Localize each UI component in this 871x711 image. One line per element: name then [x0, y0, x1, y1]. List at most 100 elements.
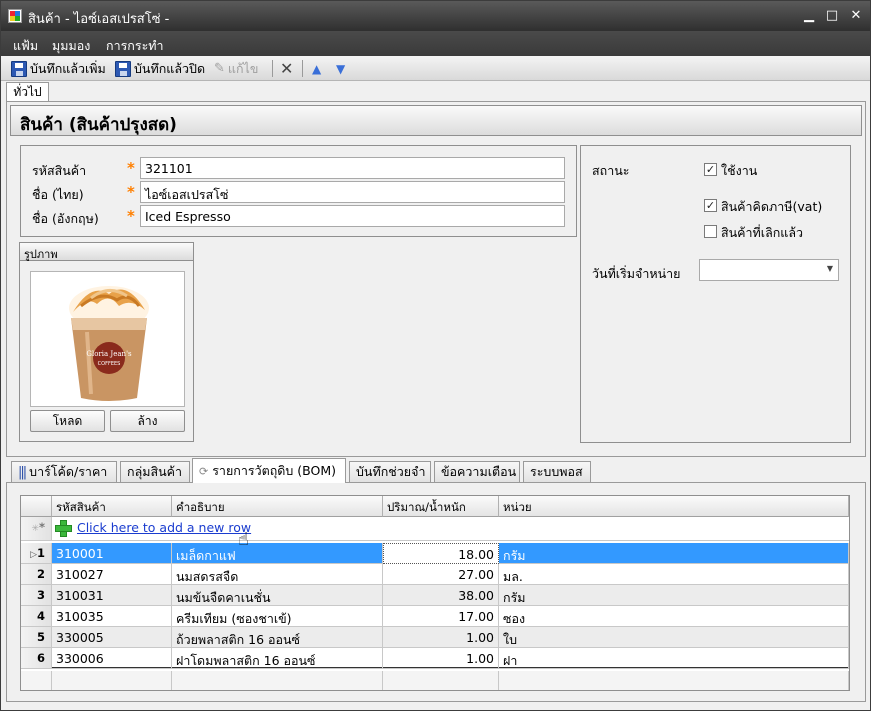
cell-quantity[interactable]: 18.00 — [383, 543, 499, 564]
maximize-button[interactable]: □ — [823, 7, 841, 25]
active-checkbox[interactable]: ✓ — [704, 163, 717, 176]
required-mark: * — [127, 183, 135, 201]
table-row[interactable]: 4 310035 ครีมเทียม (ซองชาเข้) 17.00 ซอง — [21, 606, 849, 627]
tab-general[interactable]: ทั่วไป — [6, 82, 49, 102]
cell-description[interactable]: ครีมเทียม (ซองชาเข้) — [172, 606, 383, 627]
tab-bom[interactable]: ⟳ รายการวัตถุดิบ (BOM) — [192, 458, 346, 483]
name-thai-input[interactable]: ไอซ์เอสเปรสโซ่ — [140, 181, 565, 203]
tab-alerts[interactable]: ข้อความเตือน — [434, 461, 520, 482]
cell-quantity[interactable]: 27.00 — [383, 564, 499, 585]
floppy-disk-icon — [115, 60, 131, 77]
row-index: 2 — [21, 564, 52, 585]
column-header-description[interactable]: คำอธิบาย — [172, 496, 383, 517]
discontinued-checkbox[interactable] — [704, 225, 717, 238]
footer-cell — [21, 671, 52, 690]
tab-pos-system[interactable]: ระบบพอส — [523, 461, 591, 482]
status-label: สถานะ — [592, 163, 630, 178]
iced-coffee-image: Gloria Jean's COFFEES — [69, 286, 149, 401]
cell-code[interactable]: 310035 — [52, 606, 172, 627]
move-down-button[interactable]: ▼ — [336, 59, 345, 78]
cell-code[interactable]: 310031 — [52, 585, 172, 606]
vat-checkbox[interactable]: ✓ — [704, 199, 717, 212]
cell-unit[interactable]: ใบ — [499, 627, 849, 648]
close-button[interactable]: ✕ — [847, 7, 865, 25]
edit-button[interactable]: ✎ แก้ไข — [214, 59, 258, 78]
row-index: ▷1 — [21, 543, 52, 564]
new-row[interactable]: ✳* Click here to add a new row — [21, 517, 849, 541]
refresh-icon: ⟳ — [199, 464, 209, 478]
picture-group: รูปภาพ Gloria Jean's COFFEES โหลด ล้าง — [19, 242, 194, 442]
tab-barcode-price[interactable]: ||| บาร์โค้ด/ราคา — [11, 461, 117, 482]
cell-quantity[interactable]: 17.00 — [383, 606, 499, 627]
general-panel: สินค้า (สินค้าปรุงสด) รหัสสินค้า * 32110… — [6, 101, 866, 457]
hand-cursor-icon: ☝ — [238, 529, 249, 550]
tab-memo[interactable]: บันทึกช่วยจำ — [349, 461, 431, 482]
cell-unit[interactable]: กรัม — [499, 543, 849, 564]
column-header-code[interactable]: รหัสสินค้า — [52, 496, 172, 517]
table-row[interactable]: 5 330005 ถ้วยพลาสติก 16 ออนซ์ 1.00 ใบ — [21, 627, 849, 648]
column-header-quantity[interactable]: ปริมาณ/น้ำหนัก — [383, 496, 499, 517]
cell-description[interactable]: เมล็ดกาแฟ — [172, 543, 383, 564]
delete-x-icon: ✕ — [280, 59, 294, 78]
required-mark: * — [127, 159, 135, 177]
start-date-picker[interactable]: ▼ — [699, 259, 839, 281]
footer-cell — [52, 671, 172, 690]
tab-label: กลุ่มสินค้า — [127, 464, 183, 479]
page-title: สินค้า (สินค้าปรุงสด) — [20, 115, 177, 135]
table-row[interactable]: 6 330006 ฝาโดมพลาสติก 16 ออนซ์ 1.00 ฝา — [21, 648, 849, 669]
product-window: สินค้า - ไอซ์เอสเปรสโซ่ - ▁ □ ✕ แฟ้ม มุม… — [0, 0, 871, 711]
delete-button[interactable]: ✕ — [280, 59, 293, 78]
column-header-unit[interactable]: หน่วย — [499, 496, 849, 517]
cell-unit[interactable]: กรัม — [499, 585, 849, 606]
cell-description[interactable]: ฝาโดมพลาสติก 16 ออนซ์ — [172, 648, 383, 669]
add-row-cell[interactable]: Click here to add a new row — [52, 517, 849, 541]
cell-description[interactable]: ถ้วยพลาสติก 16 ออนซ์ — [172, 627, 383, 648]
toolbar-separator — [272, 60, 273, 77]
cell-quantity[interactable]: 38.00 — [383, 585, 499, 606]
menu-file[interactable]: แฟ้ม — [13, 36, 38, 56]
cell-unit[interactable]: ฝา — [499, 648, 849, 669]
discontinued-label: สินค้าที่เลิกแล้ว — [721, 225, 804, 240]
save-and-new-button[interactable]: บันทึกแล้วเพิ่ม — [11, 59, 106, 78]
footer-cell — [499, 671, 849, 690]
product-code-input[interactable]: 321101 — [140, 157, 565, 179]
menu-view[interactable]: มุมมอง — [52, 36, 90, 56]
cell-code[interactable]: 330005 — [52, 627, 172, 648]
new-row-marker: ✳* — [21, 517, 52, 541]
cell-code[interactable]: 330006 — [52, 648, 172, 669]
row-index: 5 — [21, 627, 52, 648]
app-icon — [8, 9, 22, 23]
save-and-close-button[interactable]: บันทึกแล้วปิด — [115, 59, 205, 78]
cell-code[interactable]: 310027 — [52, 564, 172, 585]
dropdown-arrow-icon: ▼ — [826, 264, 833, 273]
table-row[interactable]: ▷1 310001 เมล็ดกาแฟ 18.00 กรัม — [21, 543, 849, 564]
name-thai-label: ชื่อ (ไทย) — [32, 187, 84, 202]
menu-actions[interactable]: การกระทำ — [106, 36, 164, 56]
move-up-button[interactable]: ▲ — [312, 59, 321, 78]
save-and-close-label: บันทึกแล้วปิด — [134, 60, 206, 76]
clear-image-button[interactable]: ล้าง — [110, 410, 185, 432]
cell-quantity[interactable]: 1.00 — [383, 627, 499, 648]
table-row[interactable]: 3 310031 นมข้นจืดคาเนชั่น 38.00 กรัม — [21, 585, 849, 606]
tab-product-group[interactable]: กลุ่มสินค้า — [120, 461, 190, 482]
cell-quantity[interactable]: 1.00 — [383, 648, 499, 669]
floppy-disk-icon — [11, 60, 27, 77]
add-row-link[interactable]: Click here to add a new row — [77, 520, 251, 535]
cell-code[interactable]: 310001 — [52, 543, 172, 564]
load-image-button[interactable]: โหลด — [30, 410, 105, 432]
toolbar-separator — [302, 60, 303, 77]
table-row[interactable]: 2 310027 นมสดรสจืด 27.00 มล. — [21, 564, 849, 585]
cell-description[interactable]: นมข้นจืดคาเนชั่น — [172, 585, 383, 606]
identity-group: รหัสสินค้า * 321101 ชื่อ (ไทย) * ไอซ์เอส… — [20, 145, 577, 237]
edit-label: แก้ไข — [227, 60, 259, 76]
vat-label: สินค้าคิดภาษี(vat) — [721, 199, 823, 214]
name-english-input[interactable]: Iced Espresso — [140, 205, 565, 227]
status-group: สถานะ ✓ ใช้งาน ✓ สินค้าคิดภาษี(vat) สินค… — [580, 145, 851, 443]
required-mark: * — [127, 207, 135, 225]
cup-brand-subtext: COFFEES — [98, 361, 121, 367]
cell-description[interactable]: นมสดรสจืด — [172, 564, 383, 585]
cell-unit[interactable]: ซอง — [499, 606, 849, 627]
cup-brand-text: Gloria Jean's — [86, 350, 132, 358]
minimize-button[interactable]: ▁ — [800, 7, 818, 25]
cell-unit[interactable]: มล. — [499, 564, 849, 585]
